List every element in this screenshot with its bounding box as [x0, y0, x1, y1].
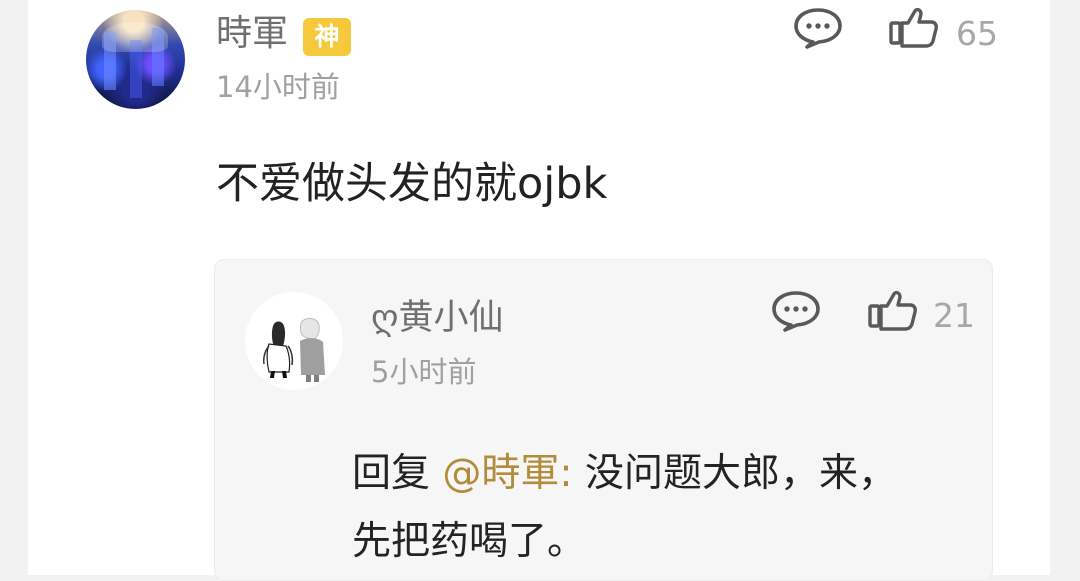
like-icon[interactable]: [888, 7, 942, 51]
reply-box: ღ黄小仙 5小时前 21 回复 @時軍: 没问题大郎，来， 先把药喝了。: [214, 259, 993, 581]
user-avatar[interactable]: [86, 10, 185, 109]
comment-icon[interactable]: [792, 6, 844, 50]
reply-username[interactable]: ღ黄小仙: [371, 298, 504, 338]
comment-text: 不爱做头发的就ojbk: [216, 159, 608, 209]
timestamp: 14小时前: [216, 70, 340, 104]
reply-prefix: 回复: [352, 451, 443, 496]
reply-like-count: 21: [933, 296, 975, 335]
reply-avatar[interactable]: [245, 292, 343, 390]
mention-link[interactable]: @時軍:: [442, 451, 572, 496]
like-icon[interactable]: [867, 290, 921, 334]
username[interactable]: 時軍: [216, 14, 288, 54]
like-count: 65: [956, 14, 998, 53]
couple-avatar-illustration: [245, 292, 343, 390]
reply-text: 回复 @時軍: 没问题大郎，来， 先把药喝了。: [352, 440, 942, 576]
reply-timestamp: 5小时前: [371, 355, 477, 389]
comment-icon[interactable]: [770, 289, 822, 333]
comment-card: 時軍 神 14小时前 65 不爱做头发的就ojbk ღ黄小仙 5小时前 21 回…: [28, 0, 1050, 581]
god-badge: 神: [303, 18, 351, 56]
